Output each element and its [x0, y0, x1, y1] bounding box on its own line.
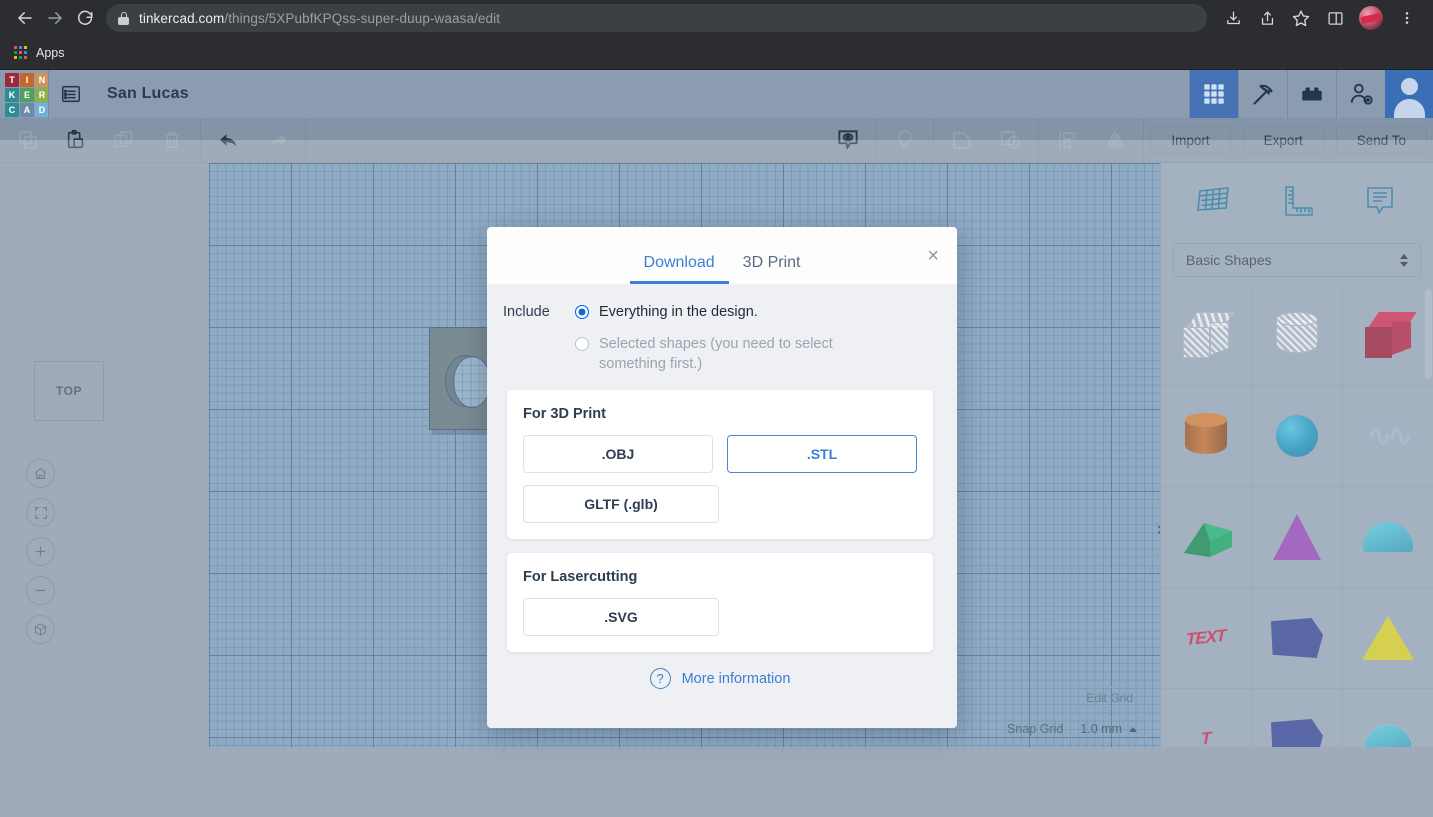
- reload-icon[interactable]: [70, 3, 100, 33]
- option-selected-shapes: Selected shapes (you need to select some…: [575, 334, 937, 374]
- apps-grid-icon[interactable]: [14, 46, 27, 59]
- browser-toolbar: tinkercad.com/things/5XPubfKPQss-super-d…: [0, 0, 1433, 36]
- apps-bookmark-label[interactable]: Apps: [36, 46, 65, 60]
- codeblocks-pickaxe-icon[interactable]: [1238, 70, 1287, 118]
- dialog-body: Include Everything in the design. Select…: [487, 284, 957, 689]
- logo-tile-7: A: [20, 103, 34, 117]
- obj-download-button[interactable]: .OBJ: [523, 435, 713, 473]
- radio-everything-icon[interactable]: [575, 305, 589, 319]
- logo-tile-6: C: [5, 103, 19, 117]
- include-row: Include Everything in the design. Select…: [503, 302, 937, 386]
- back-arrow-icon[interactable]: [10, 3, 40, 33]
- logo-tile-4: E: [20, 88, 34, 102]
- more-information-link[interactable]: ? More information: [503, 668, 937, 689]
- lock-icon: [118, 11, 129, 25]
- gltf-download-button[interactable]: GLTF (.glb): [523, 485, 719, 523]
- logo-tile-8: D: [35, 103, 49, 117]
- radio-selected-shapes-icon: [575, 337, 589, 351]
- three-dot-menu-icon[interactable]: [1391, 3, 1423, 33]
- bookmarks-bar: Apps: [0, 36, 1433, 70]
- logo-tile-0: T: [5, 73, 19, 87]
- download-dialog: Download 3D Print × Include Everything i…: [487, 227, 957, 728]
- url-domain: tinkercad.com: [139, 10, 225, 26]
- app-header: T I N K E R C A D San Lucas: [0, 70, 1433, 118]
- page-title[interactable]: San Lucas: [107, 85, 189, 103]
- star-icon[interactable]: [1285, 3, 1317, 33]
- avatar[interactable]: [1385, 70, 1433, 118]
- logo-tile-2: N: [35, 73, 49, 87]
- blocks-brick-icon[interactable]: [1287, 70, 1336, 118]
- address-bar[interactable]: tinkercad.com/things/5XPubfKPQss-super-d…: [106, 4, 1207, 32]
- print-format-row-2: GLTF (.glb): [523, 485, 917, 523]
- more-information-label: More information: [681, 670, 791, 687]
- logo-tile-5: R: [35, 88, 49, 102]
- question-circle-icon: ?: [649, 668, 671, 689]
- profile-avatar-icon[interactable]: [1359, 6, 1383, 30]
- tab-download[interactable]: Download: [629, 254, 729, 284]
- browser-action-icons: [1217, 3, 1423, 33]
- include-options: Everything in the design. Selected shape…: [575, 302, 937, 386]
- dialog-tabs: Download 3D Print: [629, 254, 815, 284]
- design-list-icon[interactable]: [49, 70, 93, 118]
- grid-gallery-icon[interactable]: [1189, 70, 1238, 118]
- header-actions: [1189, 70, 1433, 118]
- svg-download-button[interactable]: .SVG: [523, 598, 719, 636]
- url-text: tinkercad.com/things/5XPubfKPQss-super-d…: [139, 11, 500, 26]
- include-label: Include: [503, 304, 550, 320]
- tinkercad-logo[interactable]: T I N K E R C A D: [0, 70, 49, 118]
- invite-person-icon[interactable]: [1336, 70, 1385, 118]
- share-icon[interactable]: [1251, 3, 1283, 33]
- sidebar-panel-icon[interactable]: [1319, 3, 1351, 33]
- logo-tile-3: K: [5, 88, 19, 102]
- for-3d-print-card: For 3D Print .OBJ .STL GLTF (.glb): [507, 390, 933, 539]
- for-lasercutting-card: For Lasercutting .SVG: [507, 553, 933, 652]
- forward-arrow-icon[interactable]: [40, 3, 70, 33]
- stl-download-button[interactable]: .STL: [727, 435, 917, 473]
- logo-tile-1: I: [20, 73, 34, 87]
- tinkercad-app: T I N K E R C A D San Lucas Import Expor…: [0, 70, 1433, 817]
- option-everything-label: Everything in the design.: [599, 304, 758, 320]
- close-icon[interactable]: ×: [927, 246, 939, 266]
- download-icon[interactable]: [1217, 3, 1249, 33]
- option-selected-shapes-label: Selected shapes (you need to select some…: [599, 336, 833, 372]
- tab-3d-print[interactable]: 3D Print: [729, 254, 815, 284]
- laser-format-row: .SVG: [523, 598, 917, 636]
- option-everything[interactable]: Everything in the design.: [575, 302, 937, 322]
- print-format-row-1: .OBJ .STL: [523, 435, 917, 473]
- dialog-header: Download 3D Print ×: [487, 227, 957, 284]
- for-lasercutting-title: For Lasercutting: [523, 569, 638, 585]
- for-3d-print-title: For 3D Print: [523, 406, 606, 422]
- url-path: /things/5XPubfKPQss-super-duup-waasa/edi…: [224, 10, 501, 26]
